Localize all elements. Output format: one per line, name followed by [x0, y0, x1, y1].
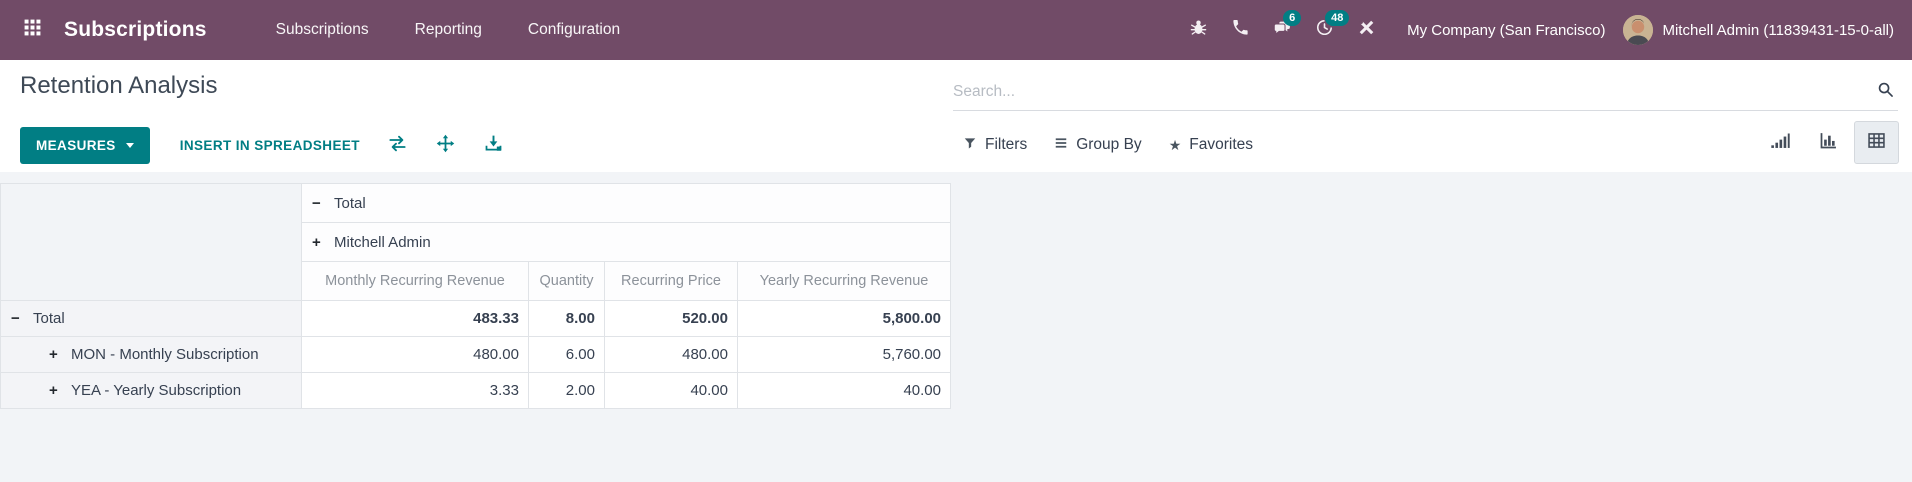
col-header-mitchell-admin[interactable]: + Mitchell Admin	[301, 222, 951, 262]
user-menu[interactable]: Mitchell Admin (11839431-15-0-all)	[1662, 22, 1894, 39]
systray: 6 48 My Company (San Francisco) Mitchell…	[1177, 9, 1900, 51]
expand-all-button[interactable]	[435, 133, 456, 157]
app-name[interactable]: Subscriptions	[64, 18, 207, 42]
caret-down-icon	[125, 142, 134, 148]
apps-grid-icon	[23, 18, 42, 42]
phone-icon	[1231, 18, 1250, 42]
pivot-grid-icon	[1866, 130, 1887, 156]
col-total-label: Total	[334, 194, 366, 212]
bug-icon	[1189, 18, 1208, 42]
row-header-yearly-subscription[interactable]: + YEA - Yearly Subscription	[0, 372, 302, 409]
col-header-total-row: − Total	[0, 183, 951, 301]
activities-button[interactable]: 48	[1303, 9, 1350, 51]
company-switcher[interactable]: My Company (San Francisco)	[1407, 22, 1605, 39]
filters-menu-button[interactable]: Filters	[963, 136, 1027, 155]
group-by-lines-icon	[1054, 136, 1068, 155]
filter-funnel-icon	[963, 136, 977, 155]
search-button[interactable]	[1872, 79, 1898, 105]
search-input[interactable]	[953, 83, 1872, 101]
download-xlsx-button[interactable]	[483, 133, 504, 157]
measures-label: MEASURES	[36, 137, 116, 153]
expand-icon[interactable]: +	[49, 382, 71, 399]
signal-bars-icon	[1770, 130, 1791, 156]
bar-chart-view-button[interactable]	[1806, 121, 1851, 164]
messages-button[interactable]: 6	[1261, 9, 1303, 51]
search-bar	[953, 74, 1898, 111]
subscriptions-app-page: Subscriptions Subscriptions Reporting Co…	[0, 0, 1912, 482]
pivot-value-cell: 40.00	[604, 372, 738, 409]
pivot-value-cell: 5,760.00	[737, 336, 951, 373]
nav-reporting[interactable]: Reporting	[392, 2, 505, 58]
messages-count-badge: 6	[1283, 10, 1302, 26]
col-header-total[interactable]: − Total	[301, 183, 951, 223]
collapse-icon[interactable]: −	[312, 195, 334, 212]
pivot-corner-cell	[0, 183, 302, 301]
table-row-total: − Total 483.33 8.00 520.00 5,800.00	[0, 300, 951, 337]
expand-all-icon	[435, 133, 456, 157]
tools-icon	[1357, 18, 1376, 42]
row-label: Total	[33, 310, 65, 327]
nav-subscriptions[interactable]: Subscriptions	[253, 2, 392, 58]
graph-view-button[interactable]	[1758, 121, 1803, 164]
measure-recurring-price[interactable]: Recurring Price	[604, 261, 738, 301]
expand-icon[interactable]: +	[312, 234, 334, 251]
flip-axes-icon	[387, 133, 408, 157]
row-header-total[interactable]: − Total	[0, 300, 302, 337]
row-label: MON - Monthly Subscription	[71, 346, 259, 363]
pivot-value-cell: 8.00	[528, 300, 605, 337]
pivot-table: − Total + Mitchell Admin Monthly Recurring…	[0, 183, 951, 409]
page-title: Retention Analysis	[20, 72, 218, 99]
expand-icon[interactable]: +	[49, 346, 71, 363]
pivot-view-button[interactable]	[1854, 121, 1899, 164]
pivot-value-cell: 520.00	[604, 300, 738, 337]
pivot-value-cell: 40.00	[737, 372, 951, 409]
search-icon	[1876, 80, 1895, 104]
pivot-value-cell: 3.33	[301, 372, 529, 409]
pivot-toolbar: MEASURES INSERT IN SPREADSHEET	[20, 126, 504, 164]
col-group-label: Mitchell Admin	[334, 233, 431, 251]
support-tools-button[interactable]	[1345, 9, 1387, 51]
filters-label: Filters	[985, 136, 1028, 153]
group-by-menu-button[interactable]: Group By	[1054, 136, 1142, 155]
measures-button[interactable]: MEASURES	[20, 126, 150, 164]
top-navbar: Subscriptions Subscriptions Reporting Co…	[0, 0, 1912, 60]
control-panel: Retention Analysis MEASURES INSERT IN SP…	[0, 60, 1912, 172]
pivot-value-cell: 6.00	[528, 336, 605, 373]
view-switcher	[1758, 121, 1899, 164]
download-icon	[483, 133, 504, 157]
debug-button[interactable]	[1177, 9, 1219, 51]
favorites-label: Favorites	[1189, 136, 1253, 153]
pivot-value-cell: 480.00	[604, 336, 738, 373]
pivot-value-cell: 483.33	[301, 300, 529, 337]
apps-menu-button[interactable]	[14, 12, 50, 48]
insert-in-spreadsheet-button[interactable]: INSERT IN SPREADSHEET	[180, 138, 360, 153]
favorites-star-icon: ★	[1168, 137, 1182, 153]
voip-button[interactable]	[1219, 9, 1261, 51]
user-avatar[interactable]	[1623, 15, 1654, 45]
table-row-yearly-subscription: + YEA - Yearly Subscription 3.33 2.00 40.…	[0, 372, 951, 409]
flip-axes-button[interactable]	[387, 133, 408, 157]
row-header-monthly-subscription[interactable]: + MON - Monthly Subscription	[0, 336, 302, 373]
collapse-icon[interactable]: −	[11, 310, 33, 327]
favorites-menu-button[interactable]: ★ Favorites	[1169, 136, 1253, 154]
row-label: YEA - Yearly Subscription	[71, 382, 242, 399]
pivot-value-cell: 480.00	[301, 336, 529, 373]
table-row-monthly-subscription: + MON - Monthly Subscription 480.00 6.00 …	[0, 336, 951, 373]
app-menu: Subscriptions Reporting Configuration	[253, 2, 643, 58]
group-by-label: Group By	[1076, 136, 1142, 153]
pivot-value-cell: 2.00	[528, 372, 605, 409]
bar-chart-icon	[1818, 130, 1839, 156]
search-options: Filters Group By ★ Favorites	[963, 126, 1280, 164]
pivot-view-area: − Total + Mitchell Admin Monthly Recurring…	[0, 172, 1912, 482]
measure-monthly-recurring-revenue[interactable]: Monthly Recurring Revenue	[301, 261, 529, 301]
nav-configuration[interactable]: Configuration	[505, 2, 643, 58]
measure-yearly-recurring-revenue[interactable]: Yearly Recurring Revenue	[737, 261, 951, 301]
measure-quantity[interactable]: Quantity	[528, 261, 605, 301]
pivot-value-cell: 5,800.00	[737, 300, 951, 337]
